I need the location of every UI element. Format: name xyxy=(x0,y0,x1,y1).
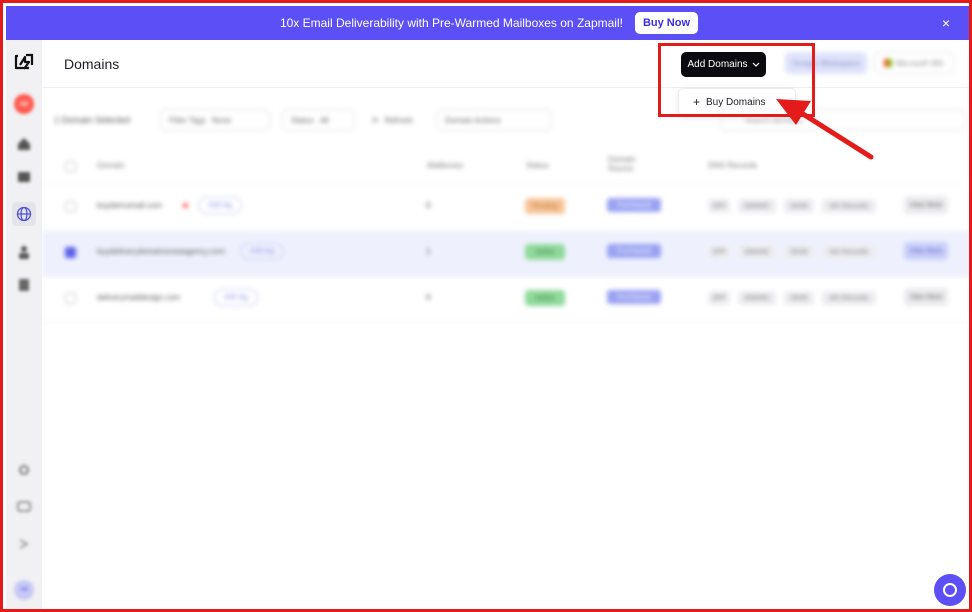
annotation-arrow-icon xyxy=(776,99,874,160)
support-chat-button[interactable] xyxy=(934,574,966,606)
chat-bubble-icon xyxy=(943,583,957,597)
screenshot-frame: 10x Email Deliverability with Pre-Warmed… xyxy=(0,0,972,612)
